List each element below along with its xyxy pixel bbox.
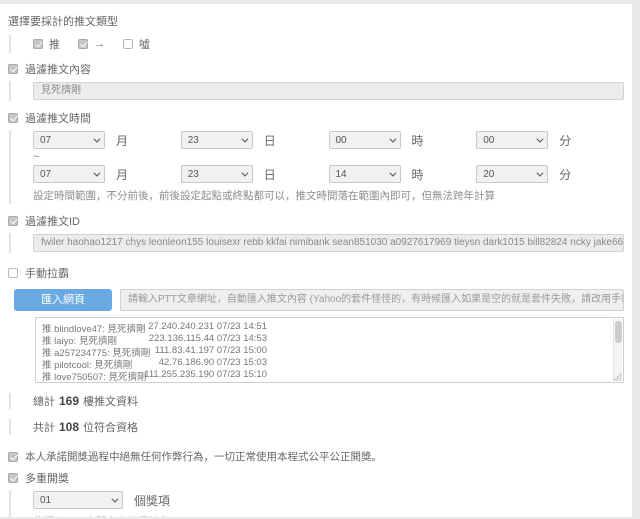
time-filter-label: 過濾推文時間 xyxy=(25,110,91,126)
push-line: 推 laiyo: 見死擠剛223.136.115.44 07/23 14:53 xyxy=(42,333,609,345)
manual-mode-checkbox[interactable] xyxy=(8,268,18,278)
time-from-row: 07 月 23 日 00 時 00 分 xyxy=(33,131,624,149)
pledge-checkbox[interactable] xyxy=(8,452,18,462)
push-checkbox[interactable] xyxy=(33,39,43,49)
minute-unit-label: 分 xyxy=(559,132,571,149)
arrow-checkbox[interactable] xyxy=(78,39,88,49)
prize-unit-label: 個獎項 xyxy=(134,492,170,509)
boo-option-label: 噓 xyxy=(139,36,150,52)
id-filter-label: 過濾推文ID xyxy=(25,213,80,229)
qualified-count: 108 xyxy=(59,420,79,434)
manual-mode-label: 手動拉霸 xyxy=(25,265,69,281)
lottery-tool-page: 選擇要採計的推文類型 推 → 噓 過濾推文內容 見死擠剛 過濾推文時間 xyxy=(0,4,632,517)
push-type-option-boo[interactable]: 噓 xyxy=(123,36,150,52)
from-month-select[interactable]: 07 xyxy=(33,131,105,149)
day-unit-label: 日 xyxy=(264,166,276,183)
from-day-select[interactable]: 23 xyxy=(181,131,253,149)
multi-draw-checkbox[interactable] xyxy=(8,473,18,483)
from-hour-select[interactable]: 00 xyxy=(329,131,401,149)
month-unit-label: 月 xyxy=(116,166,128,183)
time-to-row: 07 月 23 日 14 時 20 分 xyxy=(33,165,624,183)
content-filter-label: 過濾推文內容 xyxy=(25,61,91,77)
content-filter-checkbox[interactable] xyxy=(8,64,18,74)
total-suffix: 樓推文資料 xyxy=(83,393,138,409)
time-filter-note: 設定時間範圍，不分前後，前後設定起點或終點都可以，推文時間落在範圍內即可，但無法… xyxy=(33,188,624,203)
from-minute-select[interactable]: 00 xyxy=(476,131,548,149)
content-filter-input[interactable]: 見死擠剛 xyxy=(33,82,624,100)
day-unit-label: 日 xyxy=(264,132,276,149)
qualified-suffix: 位符合資格 xyxy=(83,419,138,435)
to-minute-select[interactable]: 20 xyxy=(476,165,548,183)
prize-count-select[interactable]: 01 xyxy=(33,491,123,509)
manual-mode-header: 手動拉霸 xyxy=(8,265,632,281)
total-pushes-line: 總計 169 樓推文資料 xyxy=(9,393,624,409)
push-data-textarea[interactable]: 推 blindlove47: 見死擠剛27.240.240.231 07/23 … xyxy=(35,317,624,383)
to-hour-select[interactable]: 14 xyxy=(329,165,401,183)
pledge-label: 本人承諾開獎過程中絕無任何作弊行為，一切正常使用本程式公平公正開獎。 xyxy=(25,449,382,464)
hour-unit-label: 時 xyxy=(412,132,424,149)
chevron-down-icon xyxy=(537,169,544,176)
to-month-select[interactable]: 07 xyxy=(33,165,105,183)
push-line: 推 pilotcool: 見死擠剛42.76.186.90 07/23 15:0… xyxy=(42,357,609,369)
minute-unit-label: 分 xyxy=(559,166,571,183)
multi-draw-note: 此選項可一次開出多位得獎者 xyxy=(33,514,624,517)
push-line: 推 a257234775: 見死擠剛111.83.41.197 07/23 15… xyxy=(42,345,609,357)
time-filter-group: 07 月 23 日 00 時 00 分 ~ 07 月 23 xyxy=(9,130,624,204)
pledge-row: 本人承諾開獎過程中絕無任何作弊行為，一切正常使用本程式公平公正開獎。 xyxy=(8,449,632,464)
import-url-button[interactable]: 匯入網頁 xyxy=(14,289,112,311)
multi-draw-label: 多重開獎 xyxy=(25,470,69,486)
multi-draw-header: 多重開獎 xyxy=(8,470,632,486)
chevron-down-icon xyxy=(537,135,544,142)
multi-draw-group: 01 個獎項 此選項可一次開出多位得獎者 xyxy=(9,490,624,517)
qualified-count-line: 共計 108 位符合資格 xyxy=(9,419,624,435)
boo-checkbox[interactable] xyxy=(123,39,133,49)
chevron-down-icon xyxy=(111,495,118,502)
time-range-tilde: ~ xyxy=(33,151,624,163)
push-type-title: 選擇要採計的推文類型 xyxy=(8,13,632,29)
content-filter-header: 過濾推文內容 xyxy=(8,61,632,77)
id-filter-header: 過濾推文ID xyxy=(8,213,632,229)
arrow-option-label: → xyxy=(94,38,105,50)
chevron-down-icon xyxy=(93,169,100,176)
article-url-input[interactable]: 請輸入PTT文章網址，自動匯入推文內容 (Yahoo的套件怪怪的，有時候匯入如果… xyxy=(120,289,624,311)
time-filter-header: 過濾推文時間 xyxy=(8,110,632,126)
chevron-down-icon xyxy=(241,135,248,142)
import-row: 匯入網頁 請輸入PTT文章網址，自動匯入推文內容 (Yahoo的套件怪怪的，有時… xyxy=(14,289,624,311)
month-unit-label: 月 xyxy=(116,132,128,149)
time-filter-checkbox[interactable] xyxy=(8,113,18,123)
content-filter-group: 見死擠剛 xyxy=(9,81,624,101)
total-count: 169 xyxy=(59,394,79,408)
id-filter-group: fwiler haohao1217 chys leonleon155 louis… xyxy=(9,233,624,253)
push-line: 推 blindlove47: 見死擠剛27.240.240.231 07/23 … xyxy=(42,321,609,333)
chevron-down-icon xyxy=(389,135,396,142)
push-type-option-push[interactable]: 推 xyxy=(33,36,60,52)
id-filter-checkbox[interactable] xyxy=(8,216,18,226)
resize-grip-icon[interactable] xyxy=(613,372,622,381)
total-prefix: 總計 xyxy=(33,393,55,409)
push-type-group: 推 → 噓 xyxy=(9,35,624,53)
push-line: 推 love750507: 見死擠剛111.255.235.190 07/23 … xyxy=(42,369,609,381)
chevron-down-icon xyxy=(389,169,396,176)
to-day-select[interactable]: 23 xyxy=(181,165,253,183)
qualified-prefix: 共計 xyxy=(33,419,55,435)
push-option-label: 推 xyxy=(49,36,60,52)
hour-unit-label: 時 xyxy=(412,166,424,183)
chevron-down-icon xyxy=(93,135,100,142)
scrollbar-thumb[interactable] xyxy=(615,321,622,343)
push-type-option-arrow[interactable]: → xyxy=(78,38,105,50)
chevron-down-icon xyxy=(241,169,248,176)
id-filter-input[interactable]: fwiler haohao1217 chys leonleon155 louis… xyxy=(33,234,624,252)
